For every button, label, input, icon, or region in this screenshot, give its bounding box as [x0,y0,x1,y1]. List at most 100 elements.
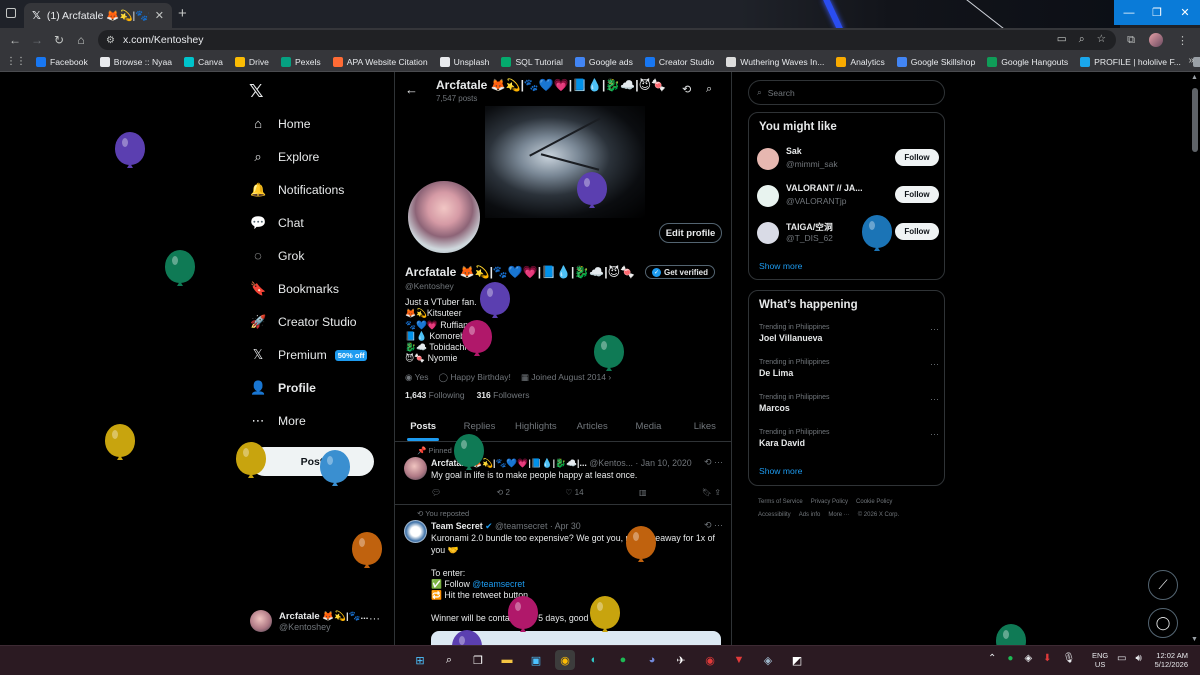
tab-posts[interactable]: Posts [395,414,451,441]
trends-show-more-link[interactable]: Show more [759,466,802,476]
bookmark-item[interactable]: PROFILE | hololive F... [1074,56,1187,67]
follow-button[interactable]: Follow [895,149,939,166]
tray-steam-icon[interactable]: ◈ [1024,653,1032,664]
spotify-icon[interactable]: ● [613,650,633,670]
wtf-avatar[interactable] [757,222,779,244]
wtf-avatar[interactable] [757,148,779,170]
volume-icon[interactable]: 🔊︎ [1135,653,1141,664]
reply-icon[interactable]: 💬︎ [431,488,441,497]
taskbar-search-icon[interactable]: ⌕ [439,650,459,670]
post-button[interactable]: Post [250,447,374,476]
tab-highlights[interactable]: Highlights [508,414,564,441]
footer-link[interactable]: Ads info [799,512,821,518]
chrome-icon[interactable]: ◉ [555,650,575,670]
close-window-button[interactable]: ✕ [1170,0,1200,25]
file-explorer-icon[interactable]: ▬ [497,650,517,670]
language-indicator[interactable]: ENG US [1092,651,1108,669]
wtf-show-more-link[interactable]: Show more [759,261,802,271]
refresh-icon[interactable]: ⟲ [682,83,691,96]
trend-more-icon[interactable]: ··· [930,324,939,334]
tab-likes[interactable]: Likes [677,414,731,441]
trend-item[interactable]: Trending in Philippines Joel Villanueva ··… [759,324,939,343]
browser-tab-active[interactable]: 𝕏 (1) Arcfatale 🦊💫|🐾💙💗|📘 ✕ [24,3,172,28]
bookmark-item[interactable]: Browse :: Nyaa [94,56,178,67]
reload-icon[interactable]: ↻ [48,33,70,47]
back-icon[interactable]: ← [4,33,26,47]
get-verified-button[interactable]: ✓ Get verified [645,265,716,279]
team-secret-avatar[interactable] [404,520,427,543]
clock[interactable]: 12:02 AM 5/12/2026 [1148,651,1188,669]
task-view-icon[interactable]: ❐ [468,650,488,670]
restore-button[interactable]: ❐ [1142,0,1172,25]
tray-mic-icon[interactable]: 🎙︎ [1063,653,1076,664]
like-button[interactable]: ♡ 14 [565,488,583,497]
bookmark-item[interactable]: Drive [229,56,275,67]
tray-status-icon[interactable]: ● [1007,653,1013,664]
game-app-icon[interactable]: ◩ [787,650,807,670]
bookmark-star-icon[interactable]: ☆ [1097,33,1106,46]
nav-creator-studio[interactable]: 🚀 Creator Studio [250,314,357,330]
bookmark-item[interactable]: Google Hangouts [981,56,1074,67]
edge-icon[interactable]: ◐ [584,650,604,670]
apps-grid-icon[interactable]: ⋮⋮ [6,56,26,67]
trend-item[interactable]: Trending in Philippines Kara David ··· [759,429,939,448]
x-home-logo-icon[interactable]: 𝕏 [249,81,264,102]
bookmark-item[interactable]: Analytics [830,56,890,67]
site-info-icon[interactable]: ⚙ [106,35,115,46]
app-icon[interactable]: ✈ [671,650,691,670]
pinned-post[interactable]: 📌 Pinned Arcfatale 🦊💫|🐾💙💗|📘💧|🐉☁️|... @Ke… [395,442,731,505]
forward-icon[interactable]: → [26,33,48,47]
footer-link[interactable]: Accessibility [758,512,791,518]
wtf-item[interactable]: Sak @mimmi_sak Follow [757,145,939,175]
new-tab-icon[interactable]: + [178,5,187,22]
nav-profile[interactable]: 👤 Profile [250,380,316,396]
downloader-icon[interactable]: ▼ [729,650,749,670]
footer-link[interactable]: © 2026 X Corp. [858,512,899,518]
bookmarks-overflow-icon[interactable]: » [1188,55,1194,66]
following-link[interactable]: 1,643 Following [405,390,465,400]
browser-menu-icon[interactable]: ⋮ [1177,34,1188,47]
footer-link[interactable]: Cookie Policy [856,499,892,505]
edit-profile-button[interactable]: Edit profile [659,223,722,243]
store-icon[interactable]: ▣ [526,650,546,670]
trend-item[interactable]: Trending in Philippines De Lima ··· [759,359,939,378]
tab-search-icon[interactable] [6,8,16,18]
mention-link[interactable]: @teamsecret [472,579,524,589]
record-app-icon[interactable]: ◉ [700,650,720,670]
minimize-button[interactable]: — [1114,0,1144,25]
tab-close-icon[interactable]: ✕ [155,9,164,22]
bookmark-item[interactable]: Google ads [569,56,639,67]
network-icon[interactable]: ▭ [1117,653,1126,664]
profile-banner[interactable] [485,106,645,218]
bookmark-item[interactable]: SQL Tutorial [495,56,568,67]
followers-link[interactable]: 316 Followers [477,390,530,400]
extensions-icon[interactable]: ⧉ [1127,34,1135,47]
retweet-button[interactable]: ⟲ 2 [497,488,510,497]
footer-link[interactable]: More ··· [828,512,849,518]
reposted-post[interactable]: ⟲ You reposted Team Secret ✔ @teamsecret… [395,505,731,645]
tray-download-icon[interactable]: ⬇ [1043,653,1051,664]
bookmark-item[interactable]: APA Website Citation [327,56,434,67]
nav-explore[interactable]: ⌕ Explore [250,149,319,165]
tab-articles[interactable]: Articles [564,414,620,441]
profile-avatar[interactable] [405,178,483,256]
trend-more-icon[interactable]: ··· [930,394,939,404]
home-icon[interactable]: ⌂ [70,33,92,47]
search-input[interactable]: ⌕ Search [748,80,945,105]
account-more-icon[interactable]: ··· [369,613,380,625]
wtf-avatar[interactable] [757,185,779,207]
nav-grok[interactable]: ◌ Grok [250,248,304,263]
nav-premium[interactable]: 𝕏 Premium 50% off [250,347,368,363]
start-windows-icon[interactable]: ⊞ [410,650,430,670]
page-scrollbar[interactable]: ▲ ▼ [1190,72,1200,645]
trend-more-icon[interactable]: ··· [930,359,939,369]
footer-link[interactable]: Privacy Policy [811,499,848,505]
cast-icon[interactable]: ▭ [1057,33,1067,46]
wtf-item[interactable]: VALORANT // JA... @VALORANTjp Follow [757,182,939,212]
back-arrow-icon[interactable]: ← [405,82,418,97]
bookmark-item[interactable]: Pexels [275,56,327,67]
browser-profile-avatar[interactable] [1149,33,1163,47]
follow-button[interactable]: Follow [895,223,939,240]
account-switcher[interactable]: Arcfatale 🦊💫|🐾... @Kentoshey ··· [250,606,390,636]
trend-more-icon[interactable]: ··· [930,429,939,439]
